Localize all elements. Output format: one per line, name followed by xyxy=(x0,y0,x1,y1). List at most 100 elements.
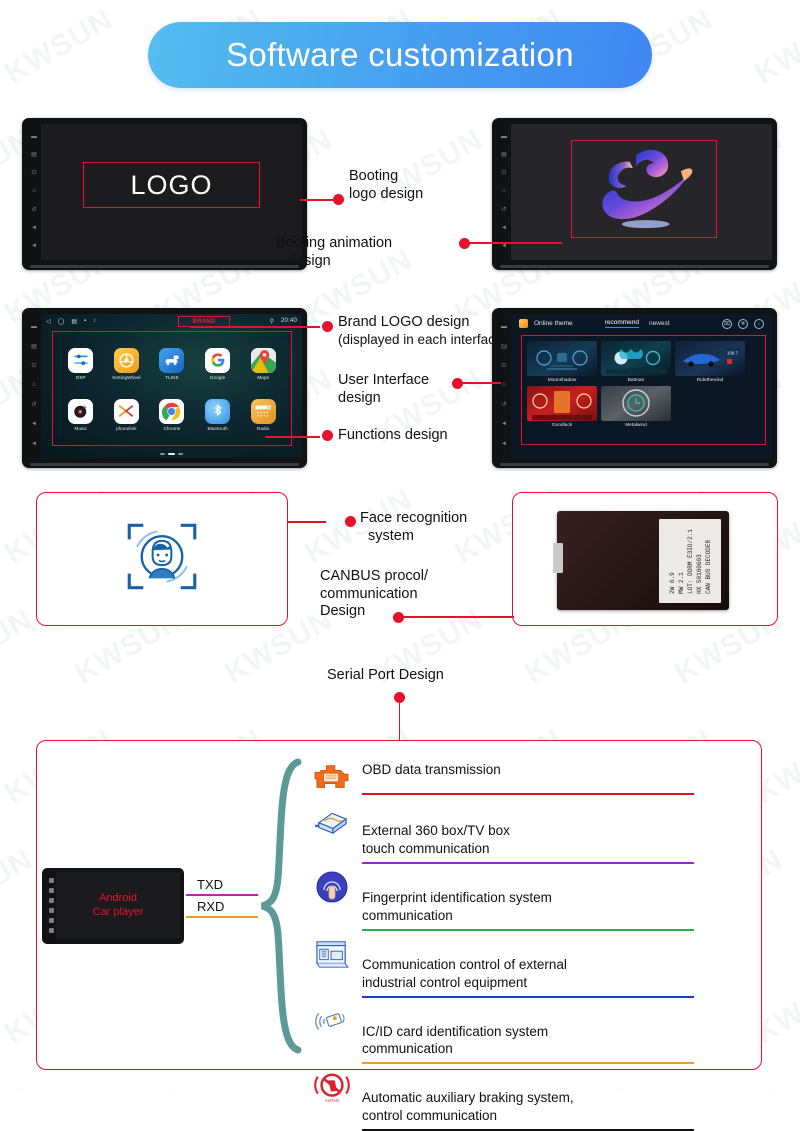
theme-name: Ridethewind xyxy=(696,378,724,383)
vinyl-record-icon xyxy=(68,398,94,424)
menu-icon: ▬ xyxy=(31,324,37,331)
volume-icon: ▤ xyxy=(31,343,37,350)
power-icon: ⏻ xyxy=(31,363,37,370)
tab-recommend[interactable]: recommend xyxy=(604,319,639,328)
app-label: Chrome xyxy=(163,425,181,431)
app-label: Music xyxy=(74,425,88,431)
theme-name: Moonshadow xyxy=(547,378,577,383)
online-theme-screen: Online theme recommend newest ⌧ ✲ ↓ Moon… xyxy=(511,314,772,458)
home-icon: ⌂ xyxy=(32,188,36,195)
list-item-label: Automatic auxiliary braking system, cont… xyxy=(362,1090,574,1124)
page-title-banner: Software customization xyxy=(148,22,652,88)
list-item-label: IC/ID card identification system communi… xyxy=(362,1023,549,1057)
callout-serial-port-text: Serial Port Design xyxy=(327,667,444,683)
svg-text:FM: FM xyxy=(267,406,272,410)
callout-brand-logo-line1: Brand LOGO design xyxy=(338,314,470,330)
theme-card[interactable]: 109.7 Ridethewind xyxy=(675,341,745,383)
app-grid: DSP SettingWheel TLINK Google Maps Music… xyxy=(55,334,289,444)
callout-booting-logo-line2: logo design xyxy=(349,185,424,202)
volume-icon: ▤ xyxy=(31,151,37,158)
app-dsp[interactable]: DSP xyxy=(59,339,103,388)
module-connector xyxy=(553,543,563,573)
menu-icon: ▬ xyxy=(501,133,507,140)
stop-icon[interactable]: ▪ xyxy=(84,318,86,324)
boot-animation-screen xyxy=(511,124,772,260)
app-google[interactable]: Google xyxy=(196,339,240,388)
theme-card[interactable]: Batman xyxy=(601,341,671,383)
theme-app-icon xyxy=(519,319,528,328)
theme-name: Goodluck xyxy=(551,423,573,428)
list-item: OBD data transmission xyxy=(312,757,694,800)
side-button-bar xyxy=(46,872,56,938)
back-icon: ↺ xyxy=(501,206,507,213)
lead-line-brand-logo xyxy=(190,326,320,328)
page-dot xyxy=(160,453,165,455)
google-icon xyxy=(205,347,231,373)
face-recognition-icon xyxy=(123,518,201,601)
app-bluetooth[interactable]: Bluetooth xyxy=(196,390,240,439)
android-label-line2: Car player xyxy=(92,905,144,918)
lead-line-serial-port xyxy=(398,700,401,742)
callout-user-interface: User Interface design xyxy=(338,372,429,407)
list-item-text: Communication control of external indust… xyxy=(362,934,694,998)
callout-face-recognition: Face recognition system xyxy=(360,510,467,545)
list-item-text: OBD data transmission xyxy=(362,757,694,795)
head-unit-launcher: ▬ ▤ ⏻ ⌂ ↺ ◄ ◄ ◁ ◯ ▤ ▪ ↕ ⚲ 20:40 BRAND DS… xyxy=(22,308,307,468)
side-button-bar: ▬ ▤ ⏻ ⌂ ↺ ◄ ◄ xyxy=(27,124,41,260)
volume-nav-icon[interactable]: ↕ xyxy=(93,318,96,324)
volume-icon: ▤ xyxy=(501,151,507,158)
power-icon: ⏻ xyxy=(31,170,37,177)
launcher-screen: ◁ ◯ ▤ ▪ ↕ ⚲ 20:40 BRAND DSP SettingWheel… xyxy=(41,314,302,458)
callout-canbus-line2: communication xyxy=(320,585,418,602)
app-radio[interactable]: FM Radio xyxy=(241,390,285,439)
list-item: Fingerprint identification system commun… xyxy=(312,867,694,934)
app-tlink[interactable]: TLINK xyxy=(150,339,194,388)
app-settingwheel[interactable]: SettingWheel xyxy=(105,339,149,388)
list-item: External 360 box/TV box touch communicat… xyxy=(312,800,694,867)
signal-line-txd xyxy=(186,894,258,897)
theme-thumb-ridethewind: 109.7 xyxy=(675,341,745,376)
theme-card[interactable]: Moonshadow xyxy=(527,341,597,383)
app-chrome[interactable]: Chrome xyxy=(150,390,194,439)
bluetooth-icon xyxy=(205,398,231,424)
volume-icon xyxy=(48,887,54,893)
callout-face-line2: system xyxy=(368,527,414,544)
list-item-text: External 360 box/TV box touch communicat… xyxy=(362,800,694,864)
download-icon[interactable]: ↓ xyxy=(754,318,764,329)
lead-line-face xyxy=(288,521,326,523)
recents-nav-icon[interactable]: ▤ xyxy=(71,318,77,325)
sticker-line: LOT: DDRM E3IO/2.1 xyxy=(686,528,694,594)
callout-brand-logo: Brand LOGO design (displayed in each int… xyxy=(338,314,507,348)
app-label: DSP xyxy=(75,374,86,380)
android-car-player-screen: Android Car player xyxy=(56,872,180,938)
app-phonelink[interactable]: phonelink xyxy=(105,390,149,439)
back-icon: ↺ xyxy=(31,206,37,213)
theme-card[interactable]: Metalwind xyxy=(601,386,671,428)
app-label: Radio xyxy=(256,425,270,431)
app-music[interactable]: Music xyxy=(59,390,103,439)
tab-newest[interactable]: newest xyxy=(649,320,670,327)
callout-functions: Functions design xyxy=(338,427,448,445)
home-icon: ⌂ xyxy=(502,188,506,195)
list-item-label: Fingerprint identification system commun… xyxy=(362,889,552,923)
gear-icon[interactable]: ✲ xyxy=(738,318,748,329)
callout-dot-face xyxy=(345,516,356,527)
home-nav-icon[interactable]: ◯ xyxy=(58,318,65,325)
app-label: phonelink xyxy=(116,425,137,431)
back-icon xyxy=(48,917,54,923)
app-maps[interactable]: Maps xyxy=(241,339,285,388)
brand-logo-text: BRAND xyxy=(192,318,216,325)
app-label: Maps xyxy=(257,374,269,380)
theme-card[interactable]: Goodluck xyxy=(527,386,597,428)
chrome-icon xyxy=(159,398,185,424)
list-item: AUTAO Automatic auxiliary braking system… xyxy=(312,1067,694,1131)
lock-icon[interactable]: ⌧ xyxy=(722,318,732,329)
svg-text:109.7: 109.7 xyxy=(727,351,739,356)
callout-functions-line1: Functions design xyxy=(338,427,448,443)
page-dot xyxy=(178,453,183,455)
industrial-plc-icon xyxy=(312,934,352,974)
signal-line-rxd xyxy=(186,916,258,919)
android-car-player-unit: Android Car player xyxy=(42,868,184,944)
back-nav-icon[interactable]: ◁ xyxy=(46,318,51,325)
list-item-text: Fingerprint identification system commun… xyxy=(362,867,694,931)
